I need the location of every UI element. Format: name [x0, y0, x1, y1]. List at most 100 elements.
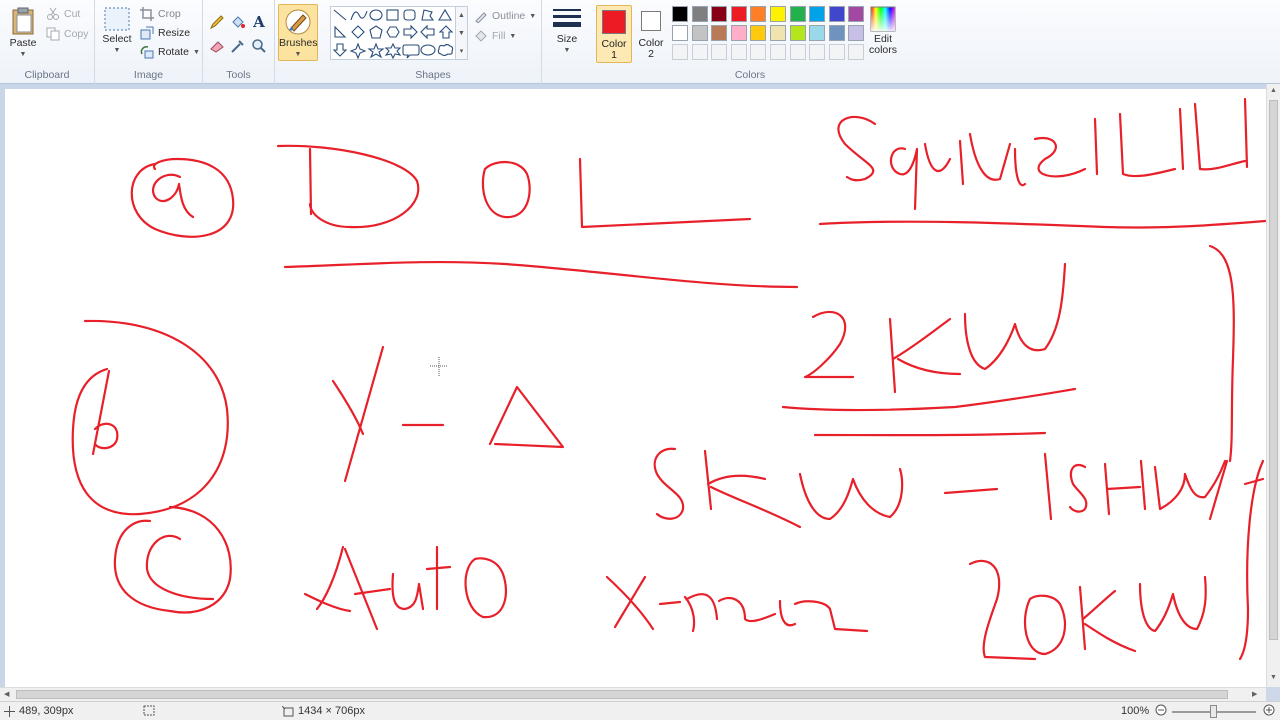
palette-color-row2-1[interactable]: [672, 25, 688, 41]
fill-button[interactable]: Fill ▼: [474, 27, 516, 45]
letter-k: [888, 317, 962, 394]
crosshair-cursor: [430, 357, 448, 376]
copy-icon: [46, 27, 60, 41]
palette-custom-slot-4[interactable]: [730, 44, 747, 60]
palette-color-row1-5[interactable]: [750, 6, 767, 22]
selection-size: [143, 705, 155, 716]
six-point-star-shape-icon: [384, 42, 402, 60]
pentagon-shape-icon: [369, 25, 383, 39]
palette-color-row2-10[interactable]: [848, 25, 865, 41]
drawing-canvas[interactable]: [5, 89, 1266, 687]
color-picker-tool[interactable]: [228, 36, 248, 56]
clipboard-group-label: Clipboard: [24, 69, 70, 81]
palette-color-row2-4[interactable]: [730, 25, 747, 41]
brushes-button[interactable]: Brushes ▼: [278, 4, 318, 61]
palette-custom-slot-8[interactable]: [809, 44, 826, 60]
pencil-tool[interactable]: [207, 12, 227, 32]
scroll-up-icon[interactable]: ▲: [1270, 87, 1277, 94]
zoom-in-button[interactable]: [1263, 704, 1275, 716]
palette-color-row1-10[interactable]: [848, 6, 865, 22]
rotate-label: Rotate: [158, 46, 189, 58]
delta-triangle: [488, 385, 565, 449]
crop-icon: [140, 7, 154, 21]
shapes-gallery-scroll[interactable]: ▲ ▼ ▾: [456, 6, 468, 60]
line-shape-icon: [333, 9, 347, 21]
zoom-out-button[interactable]: [1155, 704, 1167, 716]
fill-tool[interactable]: [228, 12, 248, 32]
horizontal-scroll-thumb[interactable]: [16, 690, 1228, 699]
palette-color-row2-9[interactable]: [828, 25, 845, 41]
text-icon: A: [253, 13, 265, 31]
eraser-tool[interactable]: [207, 36, 227, 56]
palette-color-row1-9[interactable]: [828, 6, 845, 22]
palette-color-row2-2[interactable]: [691, 25, 708, 41]
copy-button[interactable]: Copy: [46, 25, 89, 43]
resize-button[interactable]: Resize: [140, 24, 190, 42]
scroll-left-icon[interactable]: ◀: [4, 690, 9, 698]
crop-button[interactable]: Crop: [140, 5, 181, 23]
palette-custom-slot-3[interactable]: [711, 44, 728, 60]
text-15hp: [1043, 452, 1265, 521]
line-size-icon: [553, 9, 581, 27]
palette-custom-slot-7[interactable]: [789, 44, 806, 60]
palette-custom-slot-10[interactable]: [848, 44, 865, 60]
palette-color-row1-4[interactable]: [730, 6, 747, 22]
rotate-button[interactable]: Rotate ▼: [140, 43, 200, 61]
palette-color-row2-5[interactable]: [750, 25, 767, 41]
brushes-dropdown-icon[interactable]: ▼: [279, 49, 317, 60]
palette-color-row1-1[interactable]: [672, 6, 688, 22]
palette-color-row2-7[interactable]: [789, 25, 806, 41]
scroll-right-icon[interactable]: ▶: [1252, 690, 1257, 698]
edit-colors-button[interactable]: Edit colors: [866, 6, 900, 56]
select-dropdown-icon[interactable]: ▼: [101, 45, 133, 56]
oval-callout-shape-icon: [420, 44, 436, 56]
vertical-scrollbar[interactable]: ▲ ▼: [1266, 84, 1280, 687]
palette-color-row1-2[interactable]: [691, 6, 708, 22]
color2-button[interactable]: Color 2: [636, 5, 666, 63]
clipboard-group: Paste ▼ Cut Copy Clipboard: [0, 0, 95, 84]
size-label: Size: [556, 33, 578, 45]
outline-dropdown-icon[interactable]: ▼: [529, 13, 536, 20]
paste-dropdown-icon[interactable]: ▼: [8, 49, 38, 60]
scroll-down-icon[interactable]: ▼: [1270, 674, 1277, 681]
palette-color-row1-6[interactable]: [770, 6, 786, 22]
down-arrow-shape-icon: [332, 43, 348, 57]
workspace: [0, 84, 1266, 687]
palette-custom-slot-5[interactable]: [750, 44, 767, 60]
color1-button[interactable]: Color 1: [596, 5, 632, 63]
palette-color-row2-8[interactable]: [809, 25, 826, 41]
size-button[interactable]: Size ▼: [550, 6, 584, 56]
text-tool[interactable]: A: [249, 12, 269, 32]
text-x-mer: [605, 575, 869, 633]
palette-custom-slot-1[interactable]: [672, 44, 688, 60]
cut-button[interactable]: Cut: [46, 5, 80, 23]
size-dropdown-icon[interactable]: ▼: [550, 45, 584, 56]
palette-color-row1-3[interactable]: [711, 6, 728, 22]
letter-l: [578, 157, 752, 229]
rotate-dropdown-icon[interactable]: ▼: [193, 49, 200, 56]
cloud-callout-shape-icon: [437, 43, 454, 57]
horizontal-scrollbar[interactable]: ◀ ▶: [0, 687, 1266, 701]
palette-color-row1-7[interactable]: [789, 6, 806, 22]
zoom-slider-thumb[interactable]: [1210, 705, 1217, 718]
palette-custom-slot-9[interactable]: [828, 44, 845, 60]
image-group-label: Image: [133, 69, 164, 81]
paste-icon: [12, 7, 34, 35]
rounded-rectangle-shape-icon: [403, 9, 416, 21]
palette-color-row2-3[interactable]: [711, 25, 728, 41]
fill-dropdown-icon[interactable]: ▼: [509, 33, 516, 40]
eraser-icon: [210, 41, 224, 53]
cursor-position-value: 489, 309px: [19, 705, 74, 717]
magnifier-tool[interactable]: [249, 36, 269, 56]
vertical-scroll-thumb[interactable]: [1269, 100, 1278, 640]
palette-color-row2-6[interactable]: [770, 25, 786, 41]
cursor-position: 489, 309px: [4, 705, 73, 717]
palette-custom-slot-2[interactable]: [691, 44, 708, 60]
paste-button[interactable]: Paste ▼: [8, 6, 38, 60]
palette-custom-slot-6[interactable]: [770, 44, 786, 60]
dol-underline: [283, 260, 799, 289]
zoom-out-icon: [1155, 704, 1167, 716]
palette-color-row1-8[interactable]: [809, 6, 826, 22]
select-button[interactable]: Select ▼: [101, 6, 133, 56]
outline-button[interactable]: Outline ▼: [474, 7, 536, 25]
